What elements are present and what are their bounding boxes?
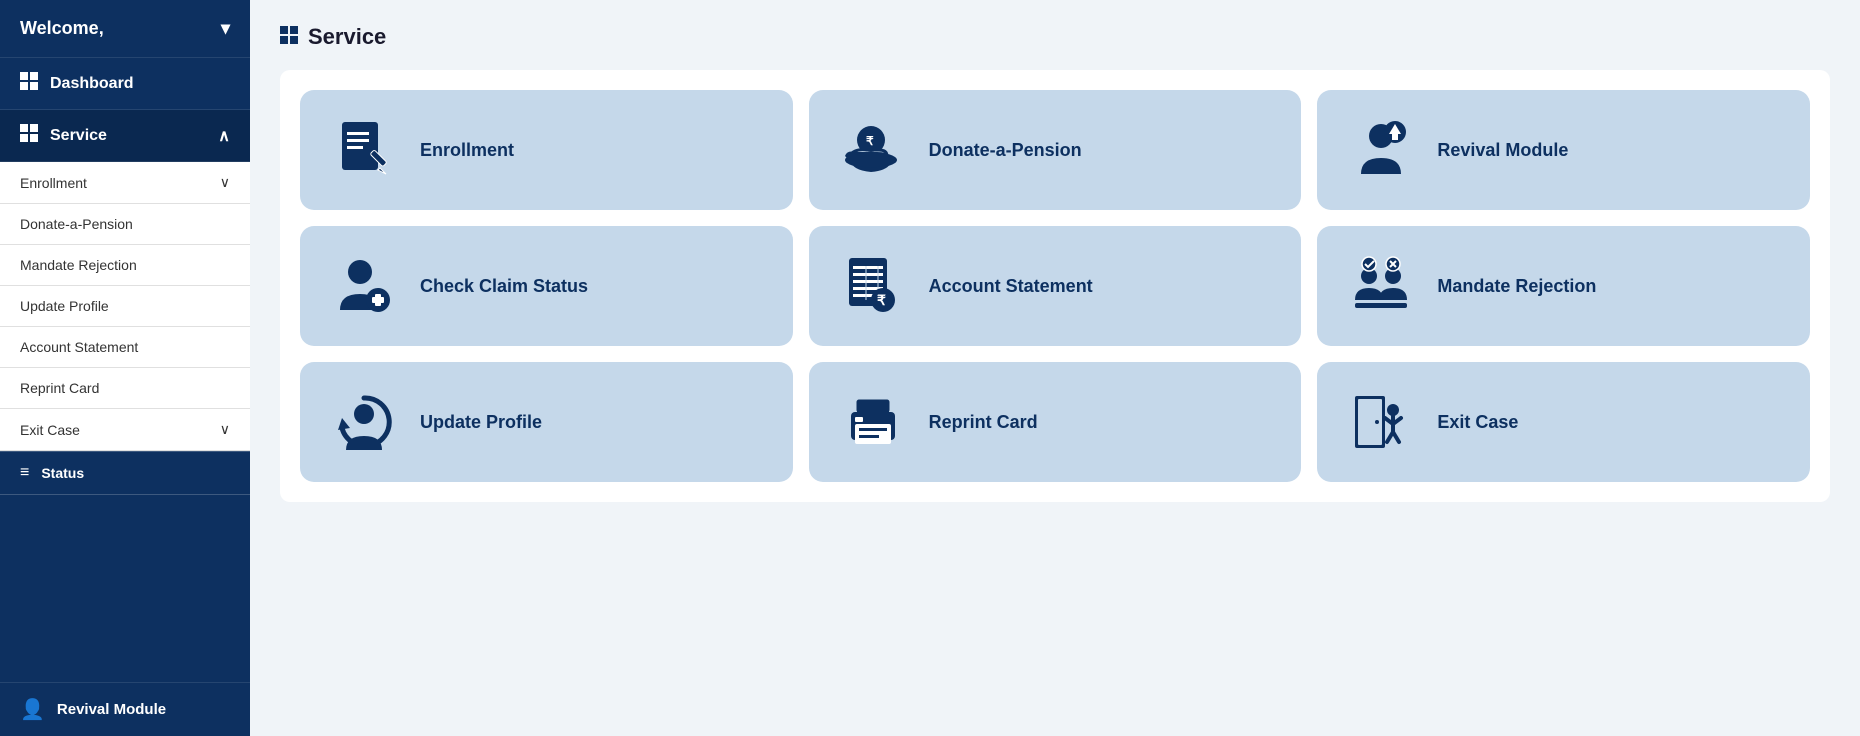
card-revival-module[interactable]: Revival Module: [1317, 90, 1810, 210]
revival-icon: [1345, 114, 1417, 186]
revival-person-icon: 👤: [20, 697, 45, 722]
account-statement-label: Account Statement: [929, 276, 1093, 297]
sidebar-item-status[interactable]: ≡ Status: [0, 451, 250, 495]
card-update-profile[interactable]: Update Profile: [300, 362, 793, 482]
service-chevron-icon: ∧: [218, 126, 230, 146]
welcome-label: Welcome,: [20, 18, 104, 39]
sidebar-item-enrollment[interactable]: Enrollment ∨: [0, 162, 250, 204]
page-title-bar: Service: [280, 24, 1830, 50]
enrollment-chevron-icon: ∨: [220, 174, 230, 191]
card-enrollment[interactable]: Enrollment: [300, 90, 793, 210]
service-grid: Enrollment ₹ ₹ Donate-a-Pension: [280, 70, 1830, 502]
account-statement-icon: ₹: [837, 250, 909, 322]
sidebar-sub-menu: Enrollment ∨ Donate-a-Pension Mandate Re…: [0, 162, 250, 451]
dashboard-icon: [20, 72, 38, 95]
revival-label: Revival Module: [57, 701, 166, 718]
update-profile-icon: [328, 386, 400, 458]
sidebar-item-mandate-rejection[interactable]: Mandate Rejection: [0, 245, 250, 286]
card-check-claim-status[interactable]: Check Claim Status: [300, 226, 793, 346]
welcome-chevron: ▾: [221, 18, 230, 39]
sidebar-item-revival[interactable]: 👤 Revival Module: [0, 682, 250, 736]
sidebar-item-exit-case[interactable]: Exit Case ∨: [0, 409, 250, 451]
donate-pension-label: Donate-a-Pension: [929, 140, 1082, 161]
page-title-grid-icon: [280, 26, 298, 49]
enrollment-icon: [328, 114, 400, 186]
sidebar-item-service[interactable]: Service ∧: [0, 110, 250, 162]
sidebar-item-dashboard[interactable]: Dashboard: [0, 58, 250, 110]
enrollment-label: Enrollment: [420, 140, 514, 161]
update-profile-label: Update Profile: [420, 412, 542, 433]
status-bar-icon: ≡: [20, 464, 29, 482]
dashboard-label: Dashboard: [50, 75, 134, 93]
reprint-card-label: Reprint Card: [929, 412, 1038, 433]
page-title: Service: [308, 24, 386, 50]
revival-module-label: Revival Module: [1437, 140, 1568, 161]
exit-case-chevron-icon: ∨: [220, 421, 230, 438]
exit-case-icon: [1345, 386, 1417, 458]
card-reprint-card[interactable]: Reprint Card: [809, 362, 1302, 482]
main-content: Service Enrollment: [250, 0, 1860, 736]
service-grid-icon: [20, 124, 38, 147]
card-mandate-rejection[interactable]: Mandate Rejection: [1317, 226, 1810, 346]
card-account-statement[interactable]: ₹ Account Statement: [809, 226, 1302, 346]
mandate-rejection-label: Mandate Rejection: [1437, 276, 1596, 297]
sidebar-item-update-profile[interactable]: Update Profile: [0, 286, 250, 327]
svg-text:₹: ₹: [877, 292, 886, 308]
svg-text:₹: ₹: [866, 134, 874, 148]
sidebar-item-reprint-card[interactable]: Reprint Card: [0, 368, 250, 409]
sidebar: Welcome, ▾ Dashboard Service ∧ Enrollmen…: [0, 0, 250, 736]
status-label: Status: [41, 465, 84, 481]
check-claim-icon: [328, 250, 400, 322]
sidebar-welcome[interactable]: Welcome, ▾: [0, 0, 250, 58]
check-claim-label: Check Claim Status: [420, 276, 588, 297]
sidebar-item-account-statement[interactable]: Account Statement: [0, 327, 250, 368]
card-exit-case[interactable]: Exit Case: [1317, 362, 1810, 482]
service-label: Service: [50, 127, 107, 145]
donate-pension-icon: ₹ ₹: [837, 114, 909, 186]
card-donate-a-pension[interactable]: ₹ ₹ Donate-a-Pension: [809, 90, 1302, 210]
sidebar-item-donate-a-pension[interactable]: Donate-a-Pension: [0, 204, 250, 245]
mandate-rejection-icon: [1345, 250, 1417, 322]
exit-case-label: Exit Case: [1437, 412, 1518, 433]
reprint-card-icon: [837, 386, 909, 458]
